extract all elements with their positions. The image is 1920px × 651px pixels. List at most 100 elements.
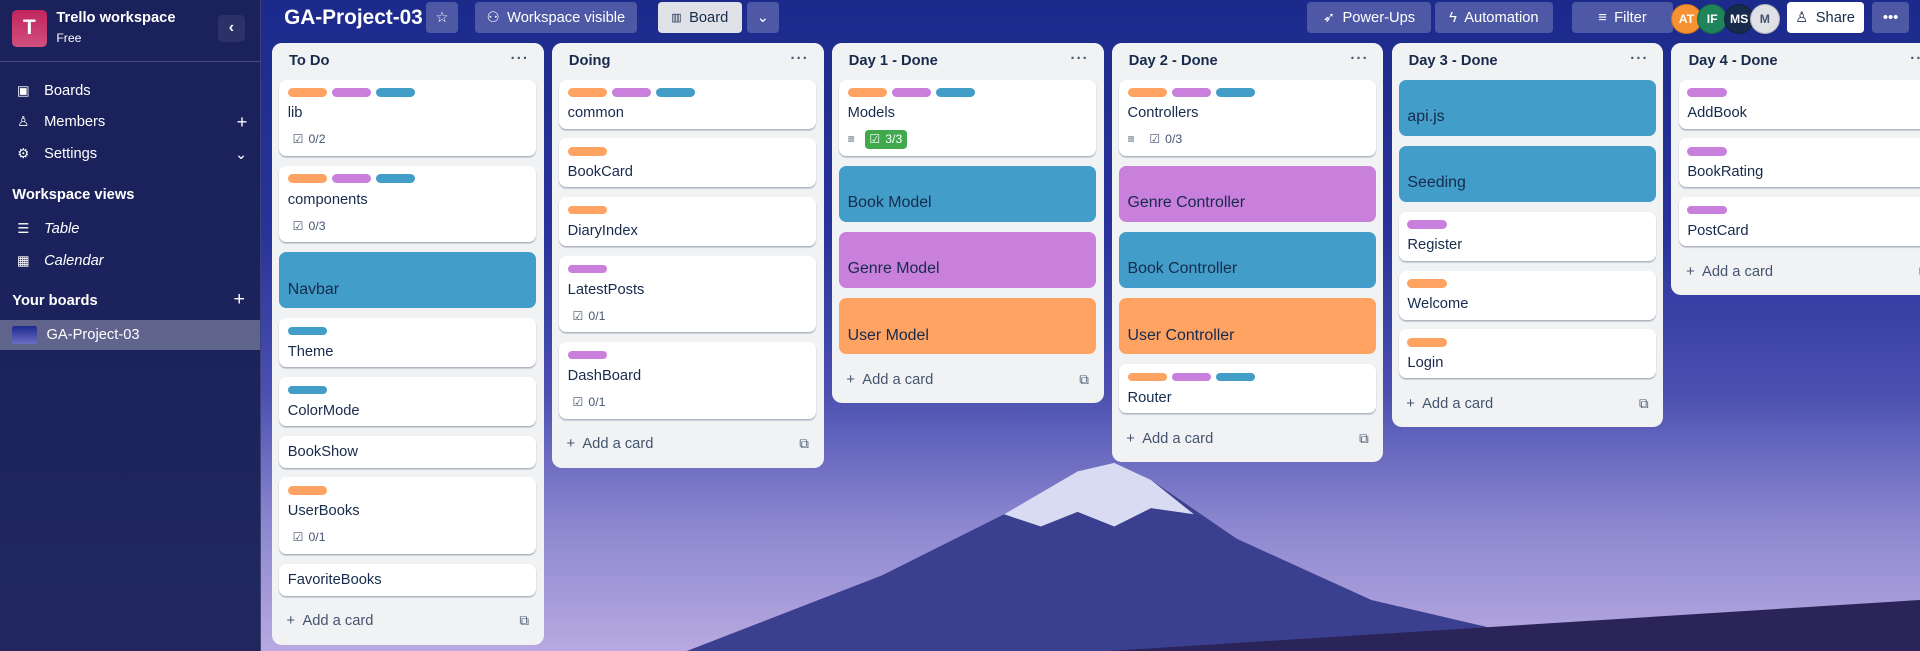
template-icon[interactable]: ⧉ xyxy=(1359,431,1369,447)
card[interactable]: UserBooks ☑ 0/1 xyxy=(279,477,537,554)
more-icon[interactable]: ··· xyxy=(511,51,529,67)
list-title[interactable]: Day 4 - Done xyxy=(1689,53,1778,69)
sidebar-item-members[interactable]: ♙ Members + xyxy=(0,108,260,137)
label-orange[interactable] xyxy=(1407,279,1447,288)
avatar[interactable]: IF xyxy=(1697,3,1728,34)
template-icon[interactable]: ⧉ xyxy=(519,613,529,629)
card[interactable]: components ☑ 0/3 xyxy=(279,165,537,243)
label-purple[interactable] xyxy=(1687,205,1727,215)
card[interactable]: Login xyxy=(1398,329,1656,379)
sidebar-item-table[interactable]: ☰ Table xyxy=(0,214,260,243)
workspace-name[interactable]: Trello workspace xyxy=(56,10,175,26)
card[interactable]: lib ☑ 0/2 xyxy=(279,79,537,157)
template-icon[interactable]: ⧉ xyxy=(1079,372,1089,388)
label-purple[interactable] xyxy=(891,88,931,97)
card[interactable]: Welcome xyxy=(1398,270,1656,320)
sidebar-board-ga-project-03[interactable]: GA-Project-03 xyxy=(0,319,260,351)
automation-button[interactable]: ϟ Automation xyxy=(1435,2,1553,34)
add-card-button[interactable]: +Add a card⧉ xyxy=(839,364,1096,396)
label-orange[interactable] xyxy=(847,88,887,97)
label-purple[interactable] xyxy=(1687,146,1727,156)
sidebar-item-settings[interactable]: ⚙ Settings ⌄ xyxy=(0,140,260,169)
list-header[interactable]: To Do ··· xyxy=(279,43,536,80)
list-header[interactable]: Doing ··· xyxy=(559,43,816,80)
card[interactable]: Register xyxy=(1398,211,1656,261)
more-icon[interactable]: ··· xyxy=(1630,51,1648,67)
list-header[interactable]: Day 1 - Done ··· xyxy=(839,43,1096,80)
label-orange[interactable] xyxy=(1407,337,1447,347)
avatar[interactable]: M xyxy=(1749,3,1780,34)
label-blue[interactable] xyxy=(287,326,327,336)
card[interactable]: Router xyxy=(1118,364,1377,414)
list-header[interactable]: Day 4 - Done ··· xyxy=(1679,43,1920,80)
more-icon[interactable]: ··· xyxy=(1070,51,1088,67)
card[interactable]: LatestPosts ☑ 0/1 xyxy=(559,256,817,333)
visibility-button[interactable]: ⚇ Workspace visible xyxy=(475,2,637,34)
label-orange[interactable] xyxy=(287,88,327,97)
list-title[interactable]: Doing xyxy=(569,53,611,69)
label-purple[interactable] xyxy=(1687,88,1727,97)
label-purple[interactable] xyxy=(567,350,607,360)
label-orange[interactable] xyxy=(1127,88,1167,97)
card[interactable]: BookShow xyxy=(279,435,537,468)
label-blue[interactable] xyxy=(287,385,327,395)
add-member-button[interactable]: + xyxy=(237,111,248,133)
label-orange[interactable] xyxy=(567,205,607,215)
card[interactable]: Controllers ≡ ☑ 0/3 xyxy=(1118,79,1377,157)
card[interactable]: User Controller xyxy=(1118,298,1377,355)
label-blue[interactable] xyxy=(655,88,695,97)
label-blue[interactable] xyxy=(935,88,975,97)
add-card-button[interactable]: +Add a card⧉ xyxy=(1679,256,1920,288)
card[interactable]: User Model xyxy=(839,298,1097,355)
add-card-button[interactable]: +Add a card⧉ xyxy=(559,429,816,461)
label-purple[interactable] xyxy=(1407,220,1447,229)
card[interactable]: DashBoard ☑ 0/1 xyxy=(559,342,817,419)
label-orange[interactable] xyxy=(287,486,327,495)
label-orange[interactable] xyxy=(567,146,607,156)
label-purple[interactable] xyxy=(1171,372,1211,382)
list-title[interactable]: Day 1 - Done xyxy=(849,53,938,69)
card[interactable]: Models ≡ ☑ 3/3 xyxy=(839,79,1097,157)
card[interactable]: Genre Controller xyxy=(1118,165,1377,223)
card[interactable]: BookCard xyxy=(559,138,817,188)
power-ups-button[interactable]: ➶ Power-Ups xyxy=(1306,2,1432,34)
template-icon[interactable]: ⧉ xyxy=(799,436,809,452)
label-blue[interactable] xyxy=(375,174,416,183)
card[interactable]: PostCard xyxy=(1678,197,1920,247)
view-switcher-button[interactable]: ⌄ xyxy=(746,2,779,34)
card[interactable]: DiaryIndex xyxy=(559,197,817,247)
more-icon[interactable]: ··· xyxy=(1910,51,1920,67)
card[interactable]: api.js xyxy=(1398,79,1656,136)
list-title[interactable]: To Do xyxy=(289,53,330,69)
list-title[interactable]: Day 3 - Done xyxy=(1409,53,1498,69)
label-purple[interactable] xyxy=(611,88,651,97)
label-orange[interactable] xyxy=(287,174,327,183)
label-orange[interactable] xyxy=(1127,372,1167,382)
sidebar-item-calendar[interactable]: ▦ Calendar xyxy=(0,246,260,275)
label-purple[interactable] xyxy=(1171,88,1211,97)
template-icon[interactable]: ⧉ xyxy=(1639,396,1649,412)
label-purple[interactable] xyxy=(331,174,371,183)
board-view-button[interactable]: ▥ Board xyxy=(657,2,743,34)
more-menu-button[interactable]: ••• xyxy=(1872,2,1909,34)
label-purple[interactable] xyxy=(331,88,371,97)
label-blue[interactable] xyxy=(1215,372,1255,382)
label-orange[interactable] xyxy=(567,88,607,97)
card[interactable]: ColorMode xyxy=(279,376,537,427)
board-title[interactable]: GA-Project-03 xyxy=(284,6,423,30)
more-icon[interactable]: ··· xyxy=(1350,51,1368,67)
card[interactable]: Book Controller xyxy=(1118,231,1377,289)
collapse-sidebar-button[interactable]: ‹ xyxy=(217,14,245,42)
more-icon[interactable]: ··· xyxy=(791,51,809,67)
card[interactable]: Genre Model xyxy=(839,231,1097,289)
card[interactable]: Navbar xyxy=(279,252,537,309)
add-card-button[interactable]: +Add a card⧉ xyxy=(1399,388,1656,420)
add-card-button[interactable]: +Add a card⧉ xyxy=(1119,423,1376,455)
sidebar-item-boards[interactable]: ▣ Boards xyxy=(0,76,260,105)
star-button[interactable]: ☆ xyxy=(426,2,458,34)
filter-button[interactable]: ≡ Filter xyxy=(1572,2,1673,34)
label-purple[interactable] xyxy=(567,264,607,274)
card[interactable]: FavoriteBooks xyxy=(279,563,537,596)
list-header[interactable]: Day 2 - Done ··· xyxy=(1119,43,1376,80)
add-card-button[interactable]: +Add a card⧉ xyxy=(279,605,536,637)
